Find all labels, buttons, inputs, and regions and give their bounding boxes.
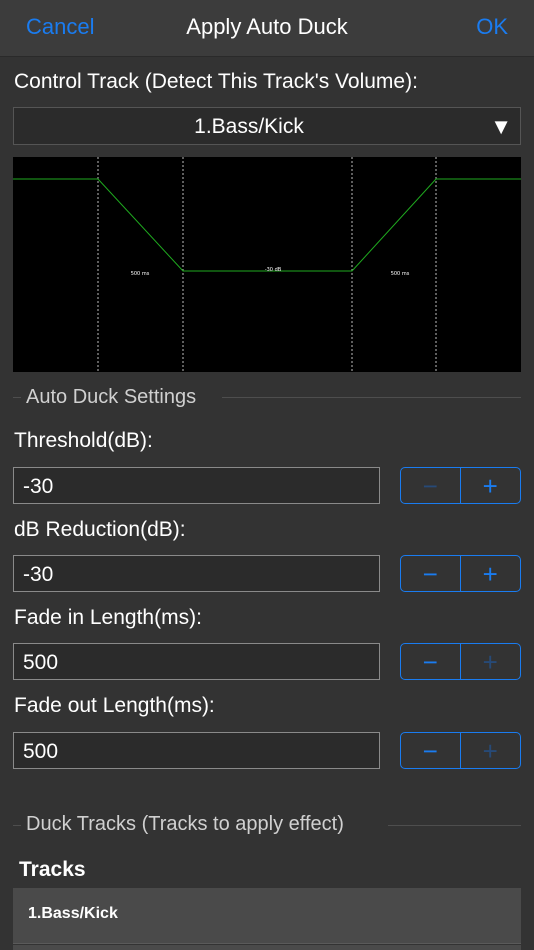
fade-out-label: Fade out Length(ms): bbox=[14, 694, 215, 717]
control-track-select[interactable]: 1.Bass/Kick ▼ bbox=[13, 107, 521, 145]
reduction-decrement-button[interactable]: − bbox=[401, 556, 461, 591]
threshold-increment-button[interactable]: + bbox=[461, 468, 521, 503]
reduction-label: dB Reduction(dB): bbox=[14, 518, 186, 541]
fade-in-stepper: − + bbox=[400, 643, 521, 680]
threshold-label: Threshold(dB): bbox=[14, 429, 153, 452]
control-track-selected-value: 1.Bass/Kick bbox=[194, 115, 304, 138]
duck-envelope-svg: 500 ms -30 dB 500 ms bbox=[13, 157, 521, 372]
threshold-decrement-button[interactable]: − bbox=[401, 468, 461, 503]
section-divider bbox=[13, 825, 21, 826]
duck-tracks-title: Duck Tracks (Tracks to apply effect) bbox=[26, 813, 344, 835]
page-title: Apply Auto Duck bbox=[186, 14, 348, 39]
dropdown-arrow-icon: ▼ bbox=[490, 114, 512, 139]
fade-in-decrement-button[interactable]: − bbox=[401, 644, 461, 679]
tracks-list-header: Tracks bbox=[19, 858, 86, 881]
reduction-increment-button[interactable]: + bbox=[461, 556, 521, 591]
navigation-bar: Cancel Apply Auto Duck OK bbox=[0, 0, 534, 57]
fade-out-decrement-button[interactable]: − bbox=[401, 733, 461, 768]
track-row[interactable] bbox=[13, 945, 521, 950]
fade-in-input[interactable]: 500 bbox=[13, 643, 380, 680]
threshold-stepper: − + bbox=[400, 467, 521, 504]
duck-envelope-graph: 500 ms -30 dB 500 ms bbox=[13, 157, 521, 372]
reduction-annotation: -30 dB bbox=[265, 267, 282, 273]
fade-in-annotation: 500 ms bbox=[131, 271, 150, 277]
threshold-input[interactable]: -30 bbox=[13, 467, 380, 504]
fade-out-stepper: − + bbox=[400, 732, 521, 769]
section-divider bbox=[222, 397, 521, 398]
reduction-input[interactable]: -30 bbox=[13, 555, 380, 592]
control-track-label: Control Track (Detect This Track's Volum… bbox=[14, 70, 418, 93]
fade-out-input[interactable]: 500 bbox=[13, 732, 380, 769]
fade-in-increment-button[interactable]: + bbox=[461, 644, 521, 679]
reduction-stepper: − + bbox=[400, 555, 521, 592]
auto-duck-settings-title: Auto Duck Settings bbox=[26, 386, 197, 408]
track-row[interactable]: 1.Bass/Kick bbox=[13, 888, 521, 944]
track-row-label: 1.Bass/Kick bbox=[28, 905, 118, 922]
fade-out-increment-button[interactable]: + bbox=[461, 733, 521, 768]
section-divider bbox=[13, 397, 21, 398]
duck-envelope-line bbox=[13, 178, 521, 272]
ok-button[interactable]: OK bbox=[476, 14, 508, 40]
section-divider bbox=[388, 825, 521, 826]
fade-in-label: Fade in Length(ms): bbox=[14, 606, 202, 629]
fade-out-annotation: 500 ms bbox=[391, 271, 410, 277]
